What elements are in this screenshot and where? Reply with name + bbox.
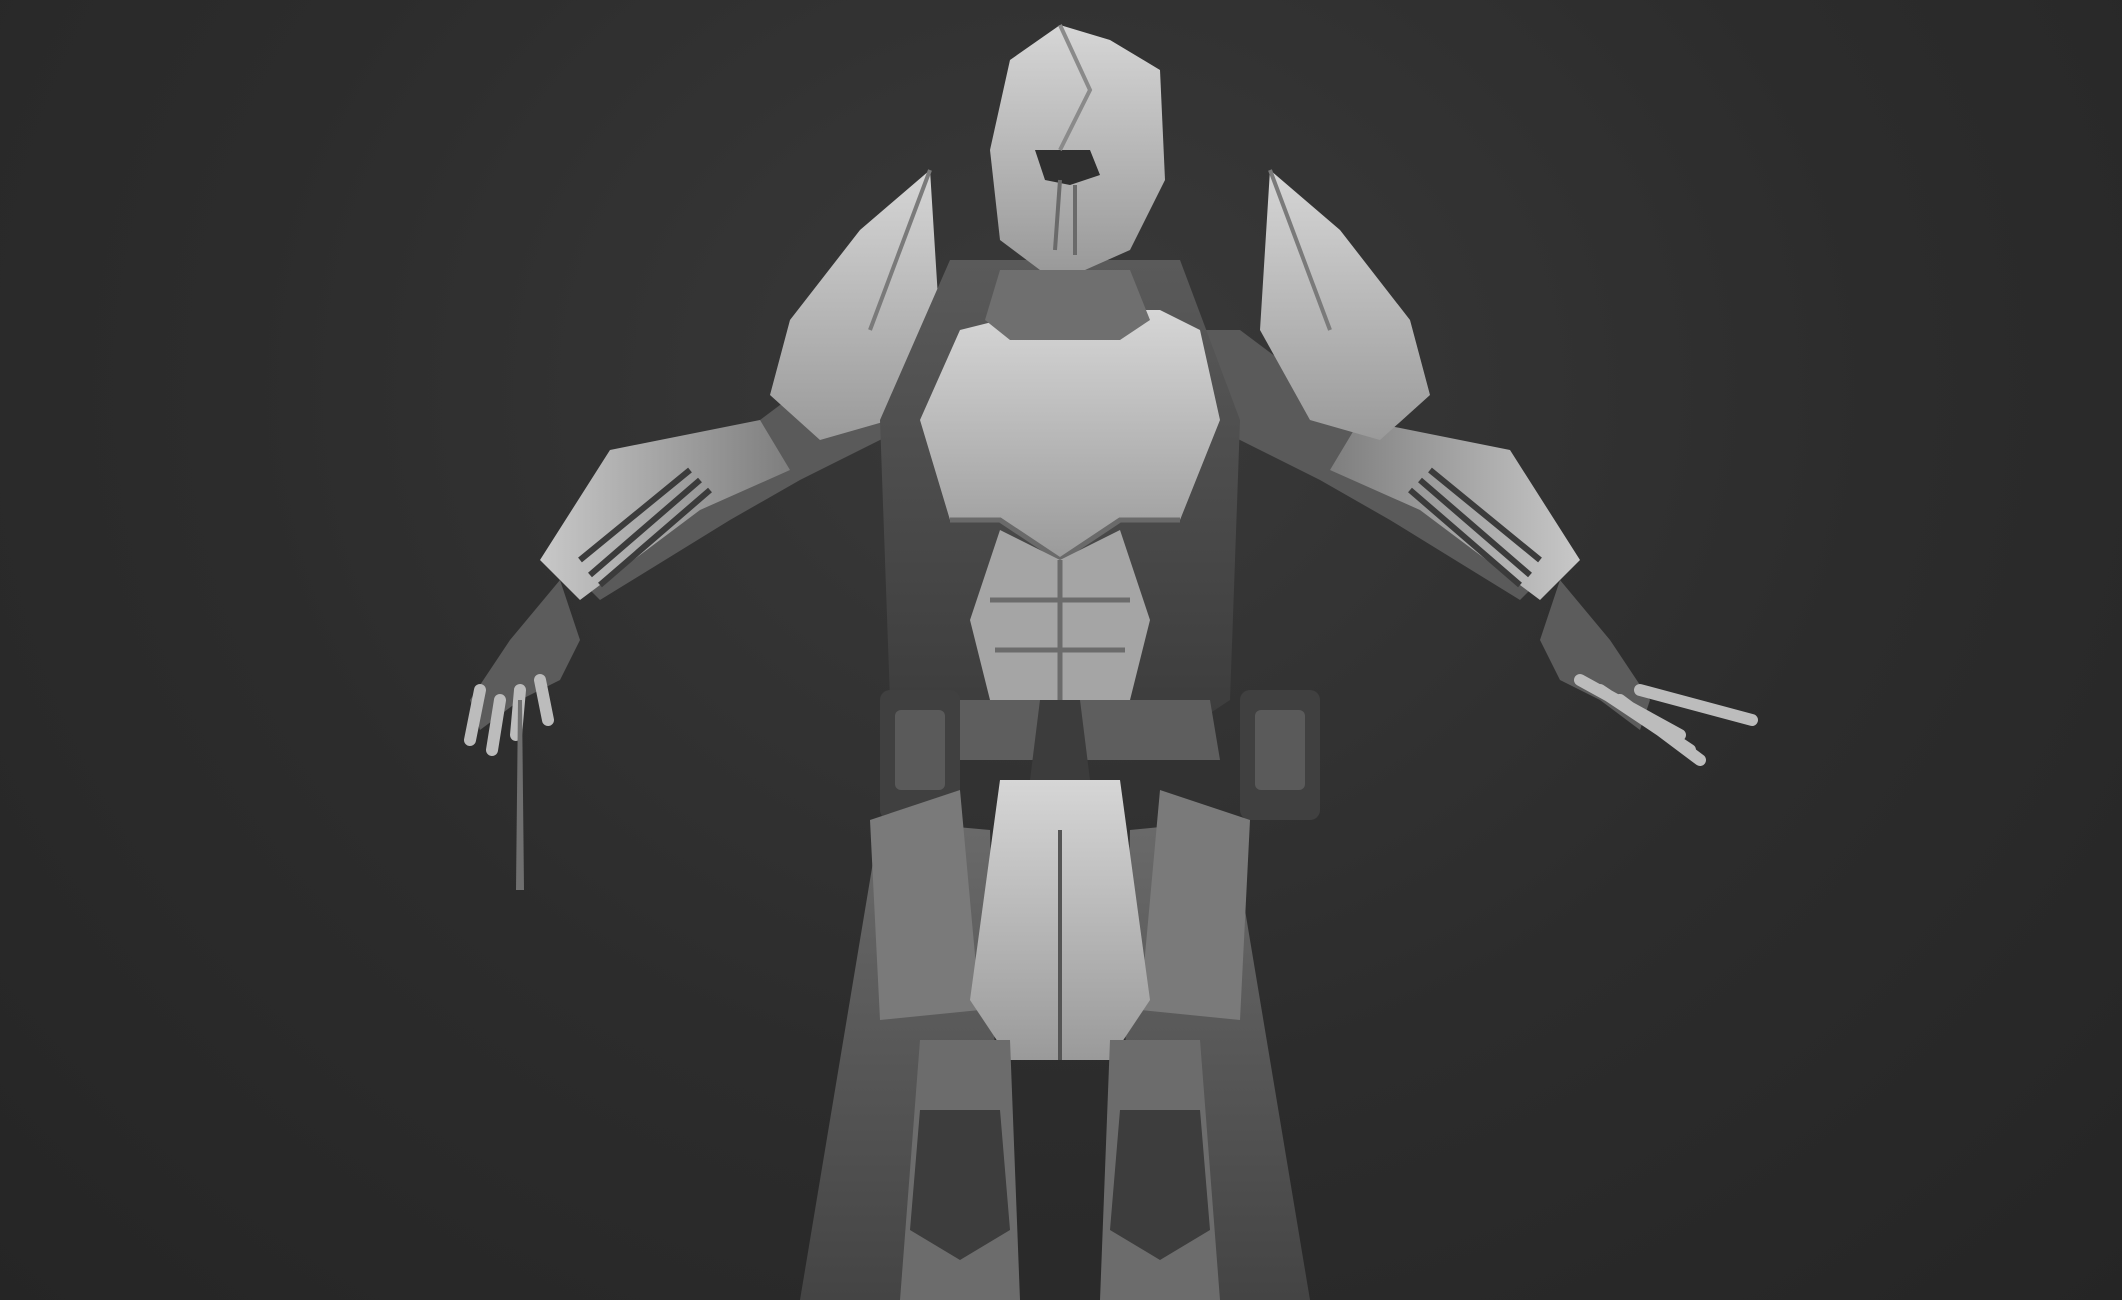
tasset-right xyxy=(1140,790,1250,1020)
collar xyxy=(985,270,1150,340)
left-hand xyxy=(470,580,580,730)
left-knee-guard xyxy=(910,1110,1010,1260)
right-knee-guard xyxy=(1110,1110,1210,1260)
tasset-left xyxy=(870,790,980,1020)
character-model[interactable] xyxy=(0,0,2122,1300)
helmet xyxy=(990,24,1165,270)
3d-viewport[interactable] xyxy=(0,0,2122,1300)
belt-pouch-right xyxy=(1240,690,1320,820)
